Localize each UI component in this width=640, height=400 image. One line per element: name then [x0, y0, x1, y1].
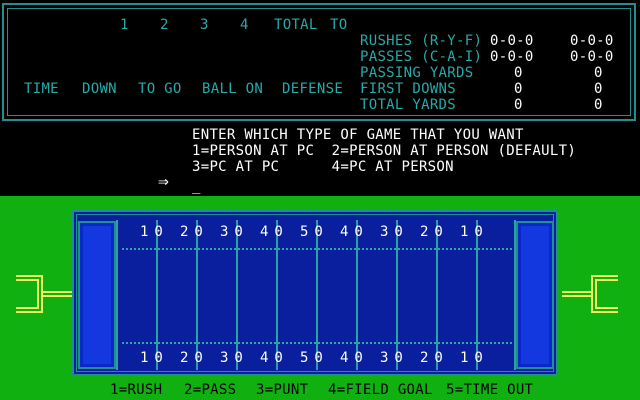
- menu-item-rush[interactable]: 1=RUSH: [110, 382, 162, 398]
- yard-number-bottom-40a: 40: [260, 350, 289, 366]
- scoreboard: 1 2 3 4 TOTAL TO TIME DOWN TO GO BALL ON…: [2, 3, 636, 121]
- prompt-options-line2: 3=PC AT PC 4=PC AT PERSON: [192, 159, 454, 175]
- yard-line-10-left: [156, 220, 158, 370]
- total-label: TOTAL: [274, 17, 318, 33]
- goal-line-left: [116, 220, 118, 370]
- stat-team2-rushes: 0-0-0: [570, 33, 614, 49]
- menu-item-field-goal[interactable]: 4=FIELD GOAL: [328, 382, 433, 398]
- stat-label-total-yards: TOTAL YARDS: [360, 97, 457, 113]
- yard-number-bottom-20a: 20: [180, 350, 209, 366]
- stat-team2-passing-yards: 0: [594, 65, 603, 81]
- quarter-3-label: 3: [200, 17, 209, 33]
- yard-number-top-30a: 30: [220, 224, 249, 240]
- stat-team2-passes: 0-0-0: [570, 49, 614, 65]
- hash-marks-top: [122, 248, 512, 252]
- to-label: TO: [330, 17, 348, 33]
- to-go-header: TO GO: [138, 81, 182, 97]
- stat-team2-first-downs: 0: [594, 81, 603, 97]
- yard-line-40-left: [276, 220, 278, 370]
- stat-label-passing-yards: PASSING YARDS: [360, 65, 474, 81]
- yard-line-50: [316, 220, 318, 370]
- prompt-arrow-icon: ⇒: [158, 171, 170, 192]
- menu-item-pass[interactable]: 2=PASS: [184, 382, 236, 398]
- down-header: DOWN: [82, 81, 117, 97]
- left-goalpost-icon: [16, 275, 72, 313]
- hash-marks-bottom: [122, 342, 512, 346]
- yard-number-top-50: 50: [300, 224, 329, 240]
- yard-line-20-right: [436, 220, 438, 370]
- yard-line-30-right: [396, 220, 398, 370]
- yard-line-40-right: [356, 220, 358, 370]
- left-endzone: [78, 221, 116, 369]
- yard-number-top-10b: 10: [460, 224, 489, 240]
- stat-label-passes: PASSES (C-A-I): [360, 49, 483, 65]
- ball-on-header: BALL ON: [202, 81, 264, 97]
- yard-line-20-left: [196, 220, 198, 370]
- prompt-options-line1: 1=PERSON AT PC 2=PERSON AT PERSON (DEFAU…: [192, 143, 577, 159]
- yard-number-top-20b: 20: [420, 224, 449, 240]
- right-goalpost-icon: [562, 275, 618, 313]
- quarter-4-label: 4: [240, 17, 249, 33]
- yard-number-bottom-10b: 10: [460, 350, 489, 366]
- yard-number-top-40a: 40: [260, 224, 289, 240]
- stat-label-rushes: RUSHES (R-Y-F): [360, 33, 483, 49]
- stat-label-first-downs: FIRST DOWNS: [360, 81, 457, 97]
- prompt-title: ENTER WHICH TYPE OF GAME THAT YOU WANT: [192, 127, 524, 143]
- input-cursor[interactable]: _: [192, 178, 201, 194]
- football-field-area: 10 20 30 40 50 40 30 20 10 10 20 30 40 5…: [0, 196, 640, 400]
- stat-team2-total-yards: 0: [594, 97, 603, 113]
- yard-number-bottom-10a: 10: [140, 350, 169, 366]
- yard-number-bottom-40b: 40: [340, 350, 369, 366]
- yard-number-top-20a: 20: [180, 224, 209, 240]
- yard-line-10-right: [476, 220, 478, 370]
- menu-item-time-out[interactable]: 5=TIME OUT: [446, 382, 533, 398]
- yard-number-top-40b: 40: [340, 224, 369, 240]
- right-endzone: [516, 221, 554, 369]
- menu-item-punt[interactable]: 3=PUNT: [256, 382, 308, 398]
- yard-number-top-10a: 10: [140, 224, 169, 240]
- yard-line-30-left: [236, 220, 238, 370]
- yard-number-bottom-20b: 20: [420, 350, 449, 366]
- stat-team1-passes: 0-0-0: [490, 49, 534, 65]
- yard-number-bottom-30a: 30: [220, 350, 249, 366]
- quarter-1-label: 1: [120, 17, 129, 33]
- stat-team1-first-downs: 0: [514, 81, 523, 97]
- yard-number-top-30b: 30: [380, 224, 409, 240]
- time-header: TIME: [24, 81, 59, 97]
- stat-team1-rushes: 0-0-0: [490, 33, 534, 49]
- field-frame: 10 20 30 40 50 40 30 20 10 10 20 30 40 5…: [72, 210, 558, 376]
- quarter-2-label: 2: [160, 17, 169, 33]
- yard-number-bottom-50: 50: [300, 350, 329, 366]
- goal-line-right: [514, 220, 516, 370]
- yard-number-bottom-30b: 30: [380, 350, 409, 366]
- stat-team1-total-yards: 0: [514, 97, 523, 113]
- defense-header: DEFENSE: [282, 81, 344, 97]
- stat-team1-passing-yards: 0: [514, 65, 523, 81]
